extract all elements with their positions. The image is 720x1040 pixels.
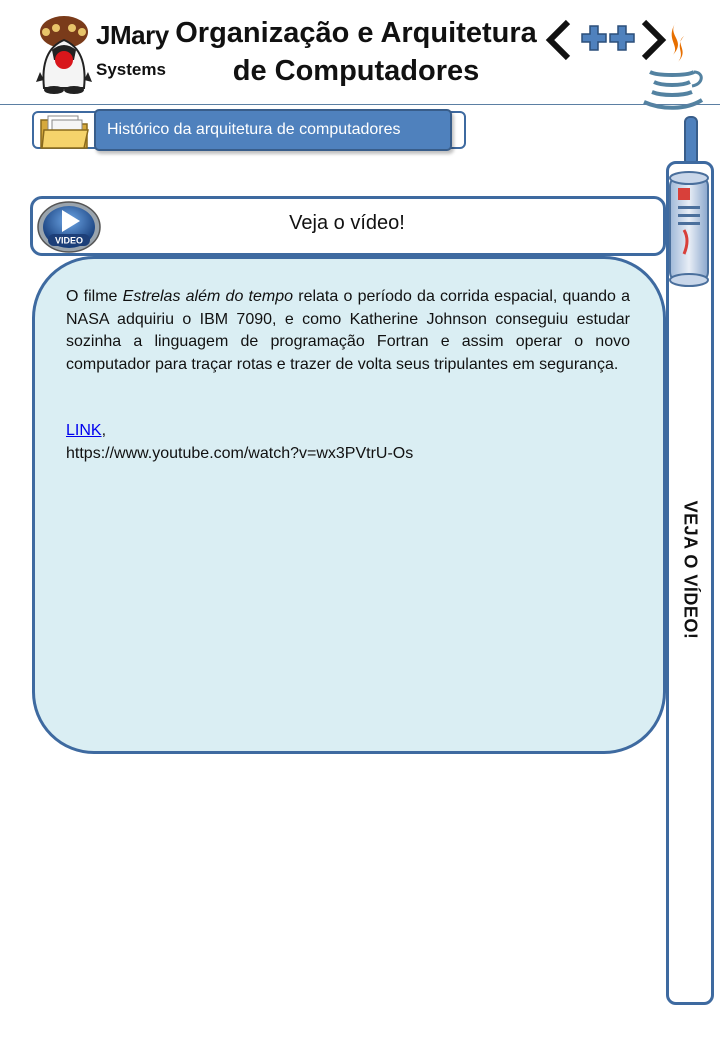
content-paragraph: O filme Estrelas além do tempo relata o … xyxy=(66,286,630,376)
page-title: Organização e Arquitetura de Computadore… xyxy=(168,14,544,90)
header-divider xyxy=(0,104,720,105)
sidebar-vertical-label: VEJA O VÍDEO! xyxy=(680,500,701,640)
video-play-icon[interactable]: VIDEO xyxy=(36,200,102,254)
video-url: https://www.youtube.com/watch?v=wx3PVtrU… xyxy=(66,444,414,462)
sidebar-top-tab xyxy=(684,116,698,166)
newspaper-scroll-icon xyxy=(669,171,709,287)
page-title-line-1: Organização e Arquitetura xyxy=(175,17,537,49)
brand-name: JMary xyxy=(96,20,169,50)
link-block: LINK, https://www.youtube.com/watch?v=wx… xyxy=(66,420,630,465)
movie-title: Estrelas além do tempo xyxy=(122,288,294,305)
java-logo-icon xyxy=(643,22,704,110)
video-section-title: Veja o vídeo! xyxy=(289,212,405,234)
video-link[interactable]: LINK xyxy=(66,422,102,439)
paragraph-intro: O filme xyxy=(66,288,123,305)
breadcrumb-current-item[interactable]: Histórico da arquitetura de computadores xyxy=(94,109,452,151)
page-title-line-2: de Computadores xyxy=(232,55,480,87)
brand-subtitle: Systems xyxy=(96,60,166,79)
svg-text:VIDEO: VIDEO xyxy=(55,236,83,246)
folder-icon xyxy=(40,115,89,149)
link-separator: , xyxy=(101,422,107,439)
